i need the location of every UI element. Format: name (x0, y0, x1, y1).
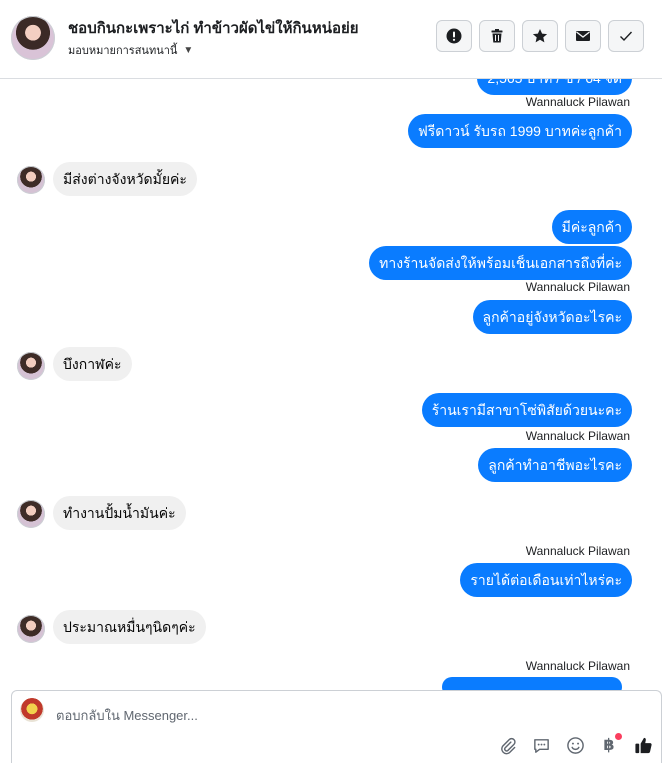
message-bubble-outgoing: รายได้ต่อเดือนเท่าไหร่คะ (460, 563, 632, 597)
message-bubble-outgoing: มีค่ะลูกค้า (551, 210, 632, 244)
composer-tools: ฿ (497, 733, 653, 755)
emoji-icon (566, 736, 584, 754)
star-button[interactable] (522, 20, 558, 52)
message-bubble-outgoing: 2,565 บาท / ข / 64 จัด (477, 79, 632, 95)
exclamation-icon (446, 28, 462, 44)
mark-done-button[interactable] (608, 20, 644, 52)
customer-avatar (17, 500, 45, 528)
trash-icon (491, 29, 503, 43)
message-bubble-outgoing: ร้านเรามีสาขาโซ่พิสัยด้วยนะคะ (421, 393, 632, 427)
message-bubble-outgoing: ลูกค้าทำอาชีพอะไรคะ (478, 448, 632, 482)
conversation-actions (436, 20, 644, 52)
like-button[interactable] (633, 735, 653, 755)
page-avatar (20, 698, 44, 722)
message-bubble-incoming: บึงกาฬค่ะ (53, 347, 132, 381)
message-bubble-incoming: ทำงานปั้มน้ำมันค่ะ (53, 496, 186, 530)
sender-name: Wannaluck Pilawan (525, 544, 630, 558)
contact-avatar[interactable] (11, 16, 55, 60)
envelope-icon (576, 31, 590, 41)
message-bubble-incoming: ประมาณหมื่นๆนิดๆค่ะ (53, 610, 206, 644)
message-bubble-outgoing-partial (442, 677, 622, 690)
sender-name: Wannaluck Pilawan (525, 95, 630, 109)
message-bubble-incoming: มีส่งต่างจังหวัดมั้ยค่ะ (53, 162, 197, 196)
attach-button[interactable] (497, 735, 517, 755)
checkmark-icon (620, 31, 633, 42)
notification-dot (615, 733, 622, 740)
caret-down-icon: ▼ (183, 44, 194, 56)
emoji-button[interactable] (565, 735, 585, 755)
sender-name: Wannaluck Pilawan (525, 429, 630, 443)
saved-replies-button[interactable] (531, 735, 551, 755)
conversation-header: ชอบกินกะเพราะไก่ ทำข้าวผัดไข่ให้กินหน่อย… (0, 0, 662, 79)
message-bubble-outgoing: ลูกค้าอยู่จังหวัดอะไรคะ (472, 300, 632, 334)
baht-icon: ฿ (603, 737, 615, 754)
customer-avatar (17, 352, 45, 380)
mark-spam-button[interactable] (436, 20, 472, 52)
reply-input[interactable]: ตอบกลับใน Messenger... (56, 705, 198, 726)
contact-name[interactable]: ชอบกินกะเพราะไก่ ทำข้าวผัดไข่ให้กินหน่อย… (68, 16, 359, 40)
reply-composer[interactable]: ตอบกลับใน Messenger... ฿ (11, 690, 662, 763)
thumbs-up-icon (634, 737, 652, 753)
sender-name: Wannaluck Pilawan (525, 659, 630, 673)
mark-unread-button[interactable] (565, 20, 601, 52)
message-thread[interactable]: 2,565 บาท / ข / 64 จัด Wannaluck Pilawan… (0, 79, 662, 690)
assign-label: มอบหมายการสนทนานี้ (68, 45, 178, 57)
star-icon (532, 29, 548, 43)
paperclip-icon (500, 737, 516, 754)
message-bubble-outgoing: ฟรีดาวน์ รับรถ 1999 บาทค่ะลูกค้า (407, 114, 632, 148)
sender-name: Wannaluck Pilawan (525, 280, 630, 294)
saved-reply-icon (533, 738, 549, 753)
customer-avatar (17, 615, 45, 643)
assign-conversation-dropdown[interactable]: มอบหมายการสนทนานี้ ▼ (68, 41, 193, 59)
message-bubble-outgoing: ทางร้านจัดส่งให้พร้อมเช็นเอกสารถึงที่ค่ะ (369, 246, 632, 280)
delete-button[interactable] (479, 20, 515, 52)
customer-avatar (17, 166, 45, 194)
payment-button[interactable]: ฿ (599, 733, 622, 755)
